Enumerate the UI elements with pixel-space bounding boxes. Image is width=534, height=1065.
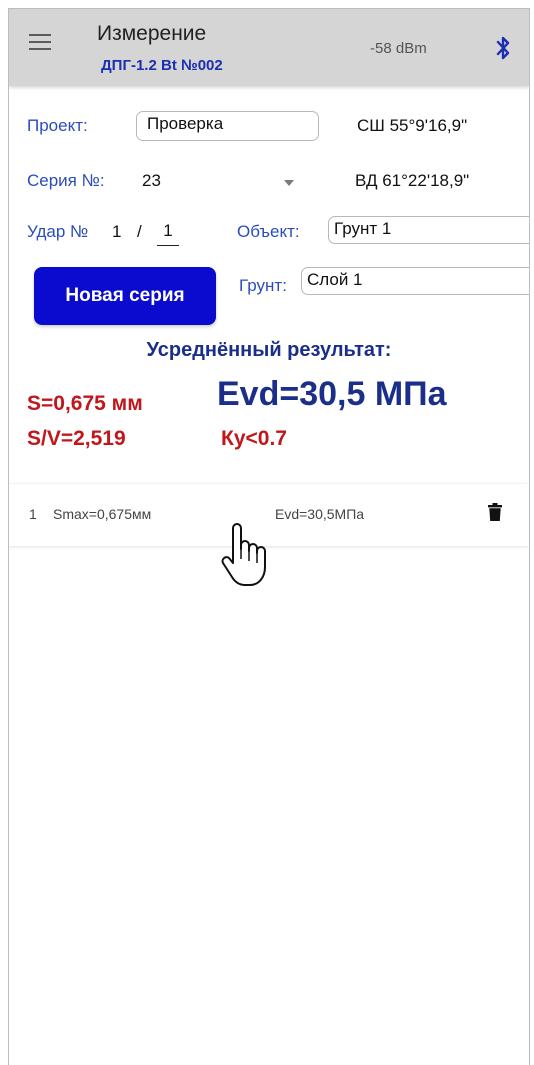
bluetooth-icon[interactable] (495, 36, 511, 60)
longitude-value: ВД 61°22'18,9" (355, 171, 470, 190)
object-label: Объект: (237, 222, 300, 241)
sv-value: S/V=2,519 (27, 427, 126, 450)
latitude-value: СШ 55°9'16,9" (357, 116, 468, 135)
device-name: ДПГ-1.2 Bt №002 (101, 57, 223, 74)
signal-strength: -58 dBm (370, 40, 427, 57)
list-item-smax: Smax=0,675мм (53, 506, 152, 522)
soil-input[interactable]: Слой 1 (301, 267, 529, 295)
strike-current: 1 (112, 222, 122, 241)
object-input[interactable]: Грунт 1 (328, 216, 529, 244)
series-label: Серия №: (27, 171, 105, 190)
strike-total-input[interactable]: 1 (157, 221, 179, 246)
page-title: Измерение (97, 22, 207, 45)
series-select[interactable]: 23 (142, 171, 161, 191)
project-label: Проект: (27, 116, 88, 135)
new-series-button[interactable]: Новая серия (34, 267, 216, 325)
strike-separator: / (137, 222, 142, 241)
evd-value: Evd=30,5 МПа (217, 375, 447, 413)
hand-pointer-icon (221, 523, 266, 586)
average-result-title: Усреднённый результат: (146, 339, 392, 361)
soil-label: Грунт: (239, 276, 287, 295)
list-item-evd: Evd=30,5МПа (275, 506, 365, 522)
menu-icon[interactable] (29, 34, 51, 52)
ky-value: Ку<0.7 (221, 427, 287, 450)
trash-icon[interactable] (488, 503, 502, 521)
project-input[interactable]: Проверка (136, 111, 319, 141)
chevron-down-icon[interactable] (284, 180, 294, 186)
app-bar: Измерение ДПГ-1.2 Bt №002 -58 dBm (9, 9, 529, 86)
list-item-index: 1 (29, 506, 37, 522)
strike-label: Удар № (27, 222, 89, 241)
s-value: S=0,675 мм (27, 392, 143, 415)
app-frame: Измерение ДПГ-1.2 Bt №002 -58 dBm Проект… (8, 8, 530, 1065)
